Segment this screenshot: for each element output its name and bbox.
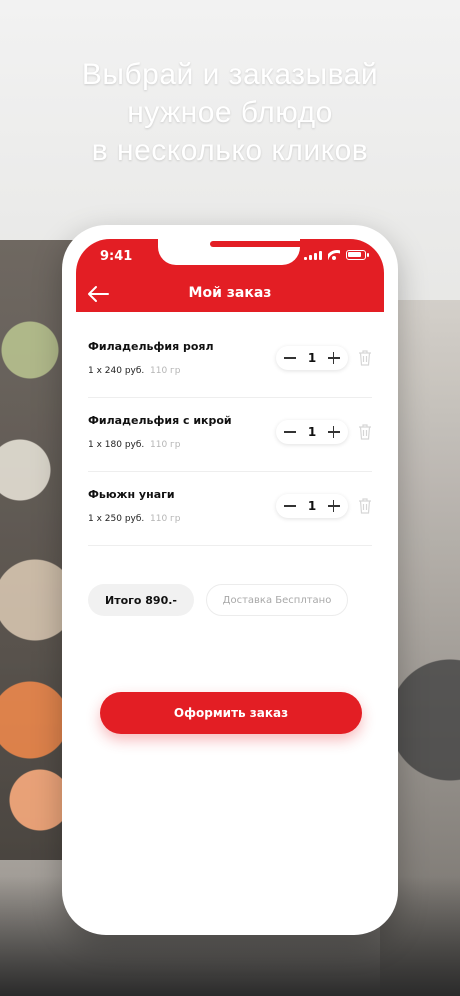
headline-line-3: в несколько кликов — [91, 134, 369, 167]
app-header: 9:41 Мой заказ — [76, 239, 384, 312]
item-name: Фьюжн унаги — [88, 488, 175, 501]
delivery-badge: Доставка Бесплтано — [206, 584, 348, 616]
item-name: Филадельфия с икрой — [88, 414, 232, 427]
item-weight: 110 гр — [150, 366, 181, 376]
trash-icon[interactable] — [358, 498, 372, 514]
plus-icon[interactable] — [327, 499, 341, 513]
plus-icon[interactable] — [327, 351, 341, 365]
trash-icon[interactable] — [358, 424, 372, 440]
quantity-stepper: 1 — [276, 420, 348, 444]
item-weight: 110 гр — [150, 514, 181, 524]
notch-indicator — [210, 241, 306, 247]
minus-icon[interactable] — [283, 351, 297, 365]
phone-screen: 9:41 Мой заказ Филадельфия роял 1 x 240 … — [76, 239, 384, 921]
battery-icon — [346, 250, 369, 260]
total-badge: Итого 890.- — [88, 584, 194, 616]
list-item: Филадельфия с икрой 1 x 180 руб. 110 гр … — [88, 398, 372, 472]
quantity-value: 1 — [307, 425, 317, 439]
minus-icon[interactable] — [283, 499, 297, 513]
place-order-button[interactable]: Оформить заказ — [100, 692, 362, 734]
signal-icon — [304, 251, 322, 260]
status-time: 9:41 — [100, 249, 133, 264]
item-name: Филадельфия роял — [88, 340, 214, 353]
plus-icon[interactable] — [327, 425, 341, 439]
minus-icon[interactable] — [283, 425, 297, 439]
item-price: 1 x 180 руб. — [88, 440, 145, 450]
quantity-value: 1 — [307, 499, 317, 513]
status-icons — [304, 250, 369, 260]
phone-frame: 9:41 Мой заказ Филадельфия роял 1 x 240 … — [62, 225, 398, 935]
headline-line-2: нужное блюдо — [127, 96, 333, 129]
promo-headline: Выбрай и заказывай нужное блюдо в нескол… — [0, 56, 460, 170]
phone-notch — [158, 239, 306, 265]
order-summary: Итого 890.- Доставка Бесплтано — [88, 584, 348, 616]
quantity-stepper: 1 — [276, 346, 348, 370]
page-title: Мой заказ — [188, 285, 272, 301]
list-item: Филадельфия роял 1 x 240 руб. 110 гр 1 — [88, 324, 372, 398]
item-weight: 110 гр — [150, 440, 181, 450]
item-price: 1 x 250 руб. — [88, 514, 145, 524]
headline-line-1: Выбрай и заказывай — [81, 58, 379, 91]
quantity-value: 1 — [307, 351, 317, 365]
trash-icon[interactable] — [358, 350, 372, 366]
quantity-stepper: 1 — [276, 494, 348, 518]
item-price: 1 x 240 руб. — [88, 366, 145, 376]
order-items-list: Филадельфия роял 1 x 240 руб. 110 гр 1 Ф… — [76, 324, 384, 546]
wifi-icon — [328, 250, 340, 260]
list-item: Фьюжн унаги 1 x 250 руб. 110 гр 1 — [88, 472, 372, 546]
